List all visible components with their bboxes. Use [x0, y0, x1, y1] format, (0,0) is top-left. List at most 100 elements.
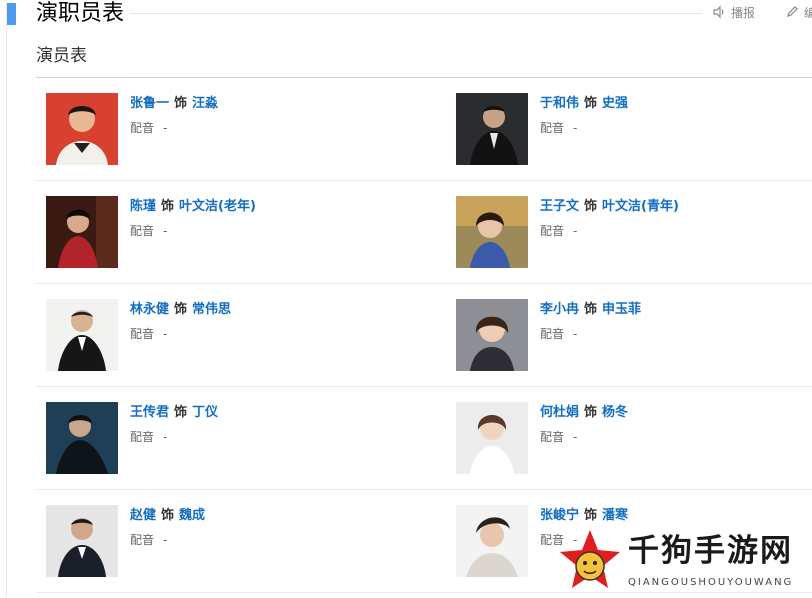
- dub-value: -: [163, 430, 168, 444]
- dub-label: 配音: [540, 430, 565, 444]
- role-name-link[interactable]: 潘寒: [602, 508, 628, 523]
- role-line: 李小冉饰申玉菲: [540, 301, 641, 319]
- page-title: 演职员表: [36, 0, 131, 28]
- speaker-icon: [712, 5, 726, 19]
- role-line: 张鲁一饰汪淼: [130, 95, 218, 113]
- cast-card[interactable]: 王子文饰叶文洁(青年) 配音 -: [456, 196, 812, 276]
- role-name-link[interactable]: 叶文洁(青年): [602, 199, 679, 214]
- actor-photo[interactable]: [456, 505, 528, 577]
- pencil-icon: [785, 5, 799, 19]
- dub-value: -: [163, 121, 168, 135]
- dub-line: 配音 -: [130, 429, 167, 445]
- as-label: 饰: [161, 199, 175, 214]
- as-label: 饰: [584, 96, 598, 111]
- dub-value: -: [163, 533, 168, 547]
- actor-photo[interactable]: [456, 196, 528, 268]
- actor-photo[interactable]: [456, 402, 528, 474]
- left-border: [6, 0, 7, 597]
- cast-card[interactable]: 赵健饰魏成 配音 -: [46, 505, 406, 585]
- cast-card[interactable]: 何杜娟饰杨冬 配音 -: [456, 402, 812, 482]
- actor-name-link[interactable]: 赵健: [130, 508, 156, 523]
- dub-label: 配音: [540, 327, 565, 341]
- actor-name-link[interactable]: 李小冉: [540, 302, 579, 317]
- row-divider: [36, 386, 812, 387]
- cast-card[interactable]: 于和伟饰史强 配音 -: [456, 93, 812, 173]
- watermark-subtext: QIANGOUSHOUYOUWANG: [628, 577, 794, 588]
- dub-line: 配音 -: [130, 532, 167, 548]
- as-label: 饰: [584, 199, 598, 214]
- cast-card[interactable]: 张鲁一饰汪淼 配音 -: [46, 93, 406, 173]
- title-accent-bar: [7, 3, 16, 25]
- role-name-link[interactable]: 杨冬: [602, 405, 628, 420]
- dub-label: 配音: [130, 327, 155, 341]
- as-label: 饰: [174, 405, 188, 420]
- actor-photo[interactable]: [456, 299, 528, 371]
- role-line: 林永健饰常伟思: [130, 301, 231, 319]
- actor-photo[interactable]: [46, 93, 118, 165]
- actor-photo[interactable]: [46, 299, 118, 371]
- dub-value: -: [573, 430, 578, 444]
- role-line: 王传君饰丁仪: [130, 404, 218, 422]
- row-divider: [36, 180, 812, 181]
- actor-photo[interactable]: [46, 196, 118, 268]
- as-label: 饰: [584, 302, 598, 317]
- dub-label: 配音: [540, 121, 565, 135]
- dub-label: 配音: [130, 430, 155, 444]
- role-line: 陈瑾饰叶文洁(老年): [130, 198, 256, 216]
- actor-name-link[interactable]: 王传君: [130, 405, 169, 420]
- cast-card[interactable]: 李小冉饰申玉菲 配音 -: [456, 299, 812, 379]
- dub-value: -: [573, 327, 578, 341]
- role-name-link[interactable]: 叶文洁(老年): [179, 199, 256, 214]
- row-divider: [36, 489, 812, 490]
- title-divider: [130, 13, 702, 14]
- section-title: 演员表: [36, 46, 87, 66]
- report-label: 播报: [731, 6, 756, 20]
- role-name-link[interactable]: 常伟思: [192, 302, 231, 317]
- edit-button[interactable]: 编: [785, 4, 812, 22]
- dub-line: 配音 -: [130, 120, 167, 136]
- actor-photo[interactable]: [46, 505, 118, 577]
- dub-value: -: [573, 121, 578, 135]
- row-divider: [36, 283, 812, 284]
- role-name-link[interactable]: 汪淼: [192, 96, 218, 111]
- cast-card[interactable]: 林永健饰常伟思 配音 -: [46, 299, 406, 379]
- actor-photo[interactable]: [46, 402, 118, 474]
- actor-name-link[interactable]: 林永健: [130, 302, 169, 317]
- dub-label: 配音: [130, 224, 155, 238]
- role-name-link[interactable]: 申玉菲: [602, 302, 641, 317]
- role-line: 张峻宁饰潘寒: [540, 507, 628, 525]
- as-label: 饰: [584, 405, 598, 420]
- role-name-link[interactable]: 丁仪: [192, 405, 218, 420]
- actor-name-link[interactable]: 陈瑾: [130, 199, 156, 214]
- actor-name-link[interactable]: 何杜娟: [540, 405, 579, 420]
- as-label: 饰: [174, 96, 188, 111]
- actor-name-link[interactable]: 于和伟: [540, 96, 579, 111]
- dub-label: 配音: [130, 121, 155, 135]
- dub-value: -: [573, 224, 578, 238]
- cast-card[interactable]: 王传君饰丁仪 配音 -: [46, 402, 406, 482]
- dub-line: 配音 -: [540, 223, 577, 239]
- actor-photo[interactable]: [456, 93, 528, 165]
- actor-name-link[interactable]: 张鲁一: [130, 96, 169, 111]
- actor-name-link[interactable]: 张峻宁: [540, 508, 579, 523]
- dub-label: 配音: [540, 224, 565, 238]
- dub-line: 配音 -: [540, 429, 577, 445]
- cast-card[interactable]: 陈瑾饰叶文洁(老年) 配音 -: [46, 196, 406, 276]
- role-line: 赵健饰魏成: [130, 507, 205, 525]
- dub-line: 配音 -: [540, 120, 577, 136]
- report-button[interactable]: 播报: [712, 4, 755, 22]
- dub-label: 配音: [130, 533, 155, 547]
- role-line: 于和伟饰史强: [540, 95, 628, 113]
- as-label: 饰: [174, 302, 188, 317]
- as-label: 饰: [161, 508, 175, 523]
- edit-label: 编: [804, 6, 812, 20]
- dub-line: 配音 -: [130, 223, 167, 239]
- watermark-text: 千狗手游网: [628, 533, 793, 569]
- role-name-link[interactable]: 魏成: [179, 508, 205, 523]
- role-line: 何杜娟饰杨冬: [540, 404, 628, 422]
- role-name-link[interactable]: 史强: [602, 96, 628, 111]
- site-watermark: 千狗手游网 QIANGOUSHOUYOUWANG: [558, 528, 812, 597]
- dub-value: -: [163, 327, 168, 341]
- actor-name-link[interactable]: 王子文: [540, 199, 579, 214]
- dog-star-logo: [558, 528, 622, 598]
